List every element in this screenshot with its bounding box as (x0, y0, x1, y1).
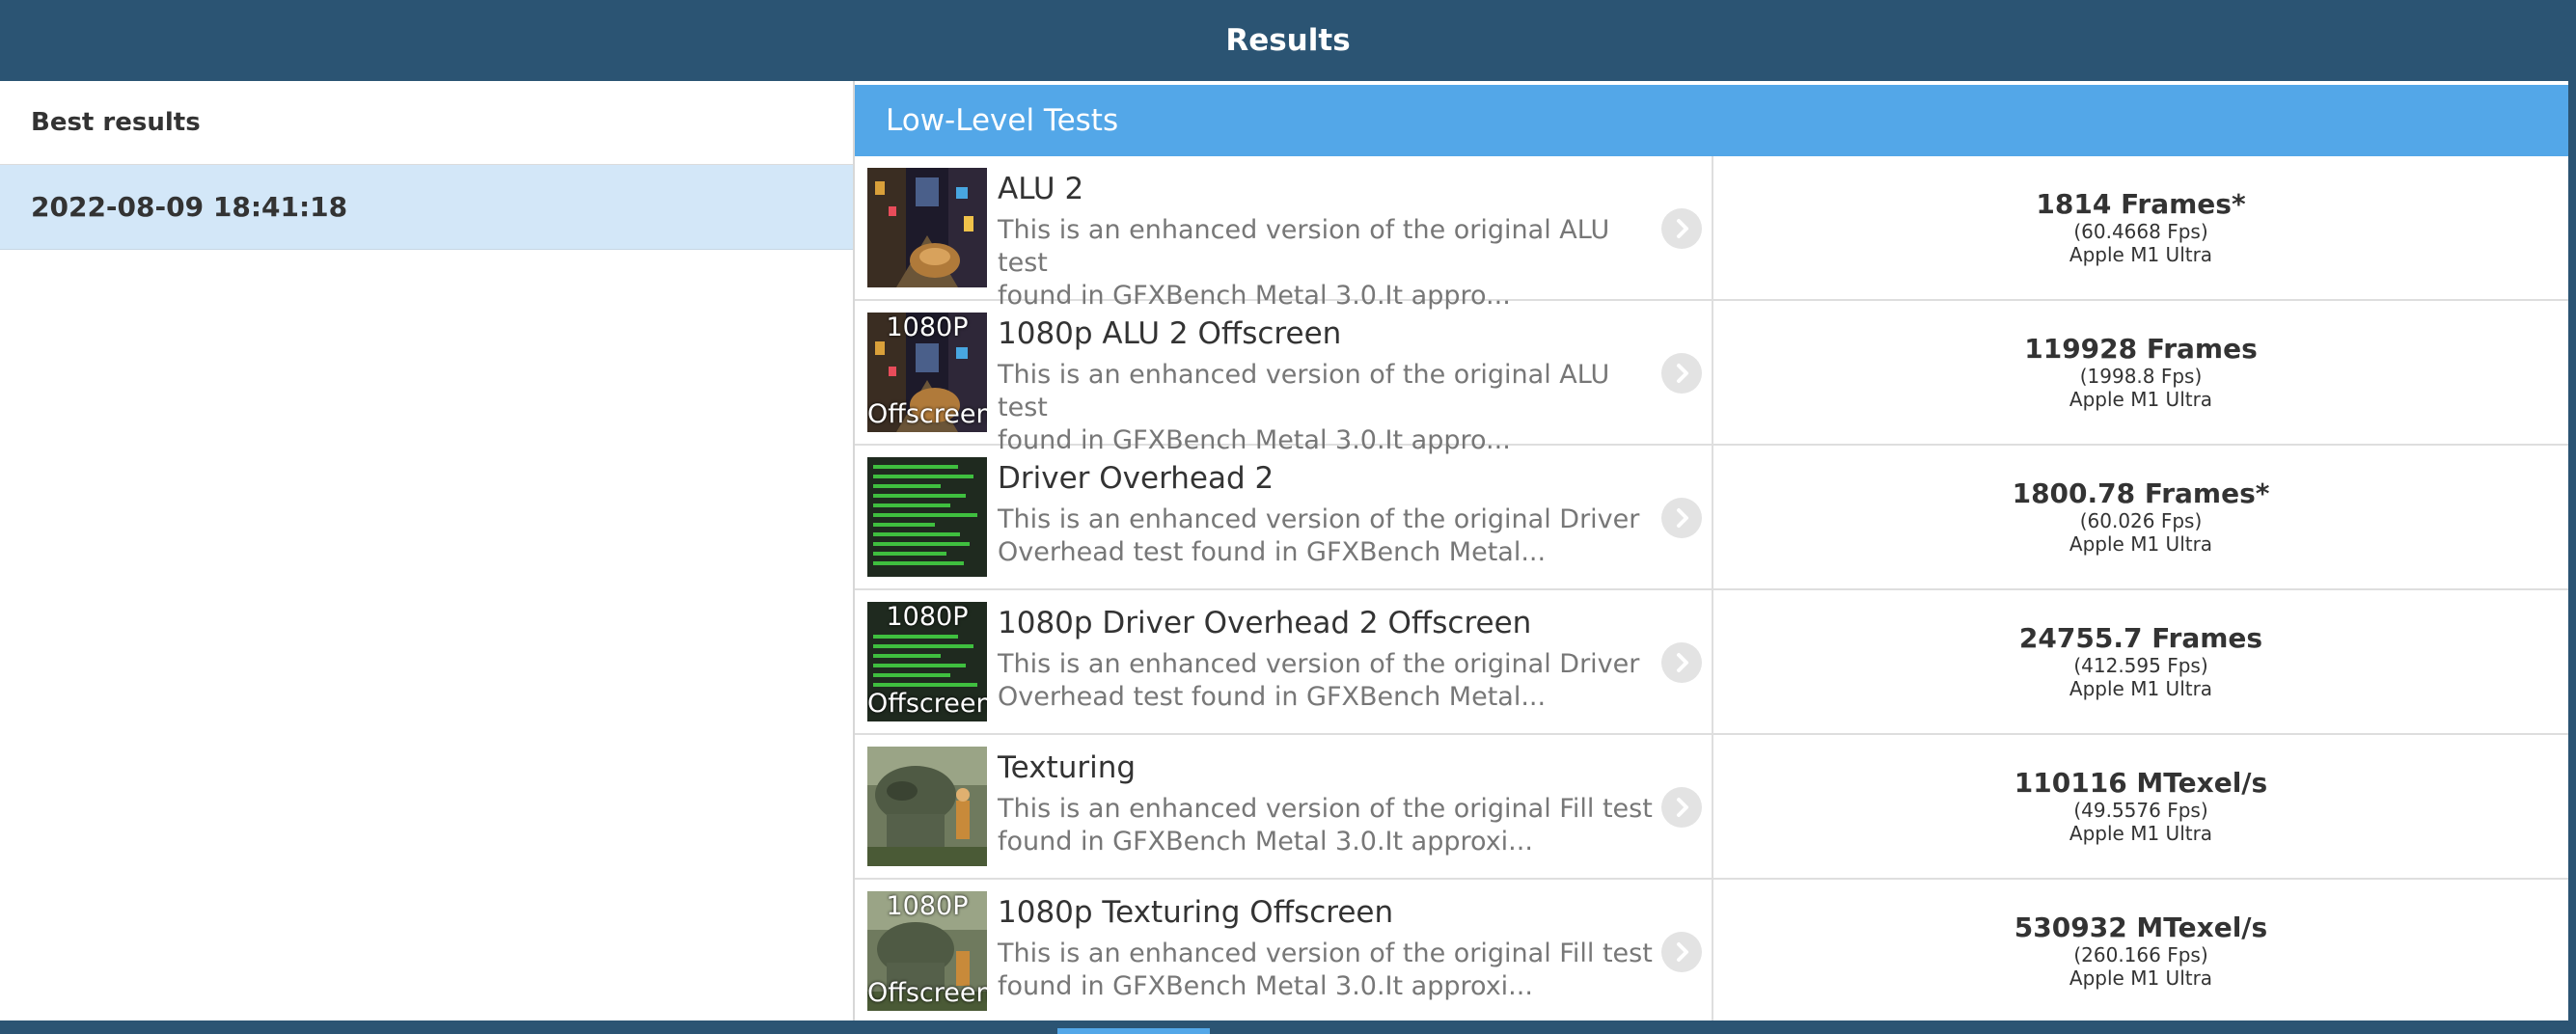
sidebar-entry-result[interactable]: 2022-08-09 18:41:18 (0, 165, 853, 250)
driver-overhead-thumbnail-icon (867, 457, 987, 577)
test-row: Texturing This is an enhanced version of… (855, 735, 2568, 880)
window-title: Results (0, 0, 2576, 81)
test-fps: (49.5576 Fps) (2073, 799, 2208, 822)
chevron-right-icon[interactable] (1661, 787, 1702, 828)
test-fps: (412.595 Fps) (2073, 654, 2208, 677)
test-device: Apple M1 Ultra (2069, 532, 2213, 556)
sidebar: Best results 2022-08-09 18:41:18 (0, 81, 855, 1020)
test-score-cell: 119928 Frames (1998.8 Fps) Apple M1 Ultr… (1713, 301, 2568, 444)
driver-overhead-offscreen-thumbnail-icon: 1080P Offscreen (867, 602, 987, 721)
test-name: ALU 2 (998, 172, 1084, 206)
thumbnail-badge-top: 1080P (886, 602, 969, 632)
test-row-link[interactable]: 1080P Offscreen 1080p Texturing Offscree… (855, 880, 1713, 1022)
test-row: 1080P Offscreen 1080p Texturing Offscree… (855, 880, 2568, 1024)
thumbnail-badge-bottom: Offscreen (867, 689, 987, 719)
test-score-cell: 1814 Frames* (60.4668 Fps) Apple M1 Ultr… (1713, 156, 2568, 299)
test-score-cell: 24755.7 Frames (412.595 Fps) Apple M1 Ul… (1713, 590, 2568, 733)
sidebar-heading: Best results (0, 81, 853, 165)
test-description: This is an enhanced version of the origi… (998, 214, 1654, 313)
window-edge (2568, 81, 2576, 1020)
test-score: 110116 MTexel/s (2014, 767, 2268, 799)
texturing-thumbnail-icon (867, 747, 987, 866)
thumbnail-badge-bottom: Offscreen (867, 399, 987, 429)
test-name: 1080p Texturing Offscreen (998, 895, 1394, 930)
test-score: 530932 MTexel/s (2014, 912, 2268, 943)
description-line: found in GFXBench Metal 3.0.It approxi..… (998, 827, 1533, 857)
description-line: Overhead test found in GFXBench Metal... (998, 682, 1547, 712)
chevron-right-icon[interactable] (1661, 208, 1702, 249)
tab-indicator (1057, 1028, 1210, 1034)
chevron-right-icon[interactable] (1661, 353, 1702, 394)
description-line: This is an enhanced version of the origi… (998, 939, 1653, 968)
chevron-right-icon[interactable] (1661, 932, 1702, 972)
test-fps: (260.166 Fps) (2073, 943, 2208, 966)
test-score: 24755.7 Frames (2018, 622, 2263, 654)
description-line: This is an enhanced version of the origi… (998, 504, 1640, 534)
test-row-link[interactable]: ALU 2 This is an enhanced version of the… (855, 156, 1713, 311)
test-score: 1800.78 Frames* (2012, 477, 2270, 509)
section-header: Low-Level Tests (855, 85, 2568, 156)
test-fps: (1998.8 Fps) (2079, 365, 2203, 388)
test-description: This is an enhanced version of the origi… (998, 648, 1654, 714)
description-line: found in GFXBench Metal 3.0.It approxi..… (998, 971, 1533, 1001)
test-row: 1080P Offscreen 1080p Driver Overhead 2 … (855, 590, 2568, 735)
test-device: Apple M1 Ultra (2069, 243, 2213, 266)
description-line: This is an enhanced version of the origi… (998, 215, 1610, 278)
test-score: 119928 Frames (2024, 333, 2258, 365)
test-score: 1814 Frames* (2036, 188, 2246, 220)
test-device: Apple M1 Ultra (2069, 822, 2213, 845)
test-row: 1080P Offscreen 1080p ALU 2 Offscreen Th… (855, 301, 2568, 455)
test-row: ALU 2 This is an enhanced version of the… (855, 156, 2568, 311)
description-line: This is an enhanced version of the origi… (998, 794, 1653, 824)
test-score-cell: 530932 MTexel/s (260.166 Fps) Apple M1 U… (1713, 880, 2568, 1022)
test-row-link[interactable]: 1080P Offscreen 1080p Driver Overhead 2 … (855, 590, 1713, 733)
description-line: This is an enhanced version of the origi… (998, 649, 1640, 679)
thumbnail-badge-bottom: Offscreen (867, 978, 987, 1008)
alu-thumbnail-icon (867, 168, 987, 287)
test-score-cell: 110116 MTexel/s (49.5576 Fps) Apple M1 U… (1713, 735, 2568, 878)
test-name: Driver Overhead 2 (998, 461, 1274, 496)
test-row: Driver Overhead 2 This is an enhanced ve… (855, 446, 2568, 590)
test-name: 1080p ALU 2 Offscreen (998, 316, 1342, 351)
test-device: Apple M1 Ultra (2069, 388, 2213, 411)
test-score-cell: 1800.78 Frames* (60.026 Fps) Apple M1 Ul… (1713, 446, 2568, 588)
alu-offscreen-thumbnail-icon: 1080P Offscreen (867, 313, 987, 432)
test-device: Apple M1 Ultra (2069, 677, 2213, 700)
test-fps: (60.4668 Fps) (2073, 220, 2208, 243)
test-fps: (60.026 Fps) (2079, 509, 2203, 532)
description-line: Overhead test found in GFXBench Metal... (998, 537, 1547, 567)
thumbnail-badge-top: 1080P (886, 313, 969, 342)
results-panel: Low-Level Tests ALU 2 This is an enhance… (855, 81, 2568, 1024)
texturing-offscreen-thumbnail-icon: 1080P Offscreen (867, 891, 987, 1011)
test-name: Texturing (998, 750, 1137, 785)
test-description: This is an enhanced version of the origi… (998, 503, 1654, 569)
test-row-link[interactable]: Texturing This is an enhanced version of… (855, 735, 1713, 878)
test-device: Apple M1 Ultra (2069, 966, 2213, 990)
test-description: This is an enhanced version of the origi… (998, 938, 1654, 1003)
test-name: 1080p Driver Overhead 2 Offscreen (998, 606, 1532, 640)
chevron-right-icon[interactable] (1661, 498, 1702, 538)
test-description: This is an enhanced version of the origi… (998, 793, 1654, 858)
thumbnail-badge-top: 1080P (886, 891, 969, 921)
test-row-link[interactable]: 1080P Offscreen 1080p ALU 2 Offscreen Th… (855, 301, 1713, 455)
chevron-right-icon[interactable] (1661, 642, 1702, 683)
description-line: This is an enhanced version of the origi… (998, 360, 1610, 422)
test-description: This is an enhanced version of the origi… (998, 359, 1654, 457)
test-row-link[interactable]: Driver Overhead 2 This is an enhanced ve… (855, 446, 1713, 588)
bottom-bar (0, 1020, 2576, 1034)
